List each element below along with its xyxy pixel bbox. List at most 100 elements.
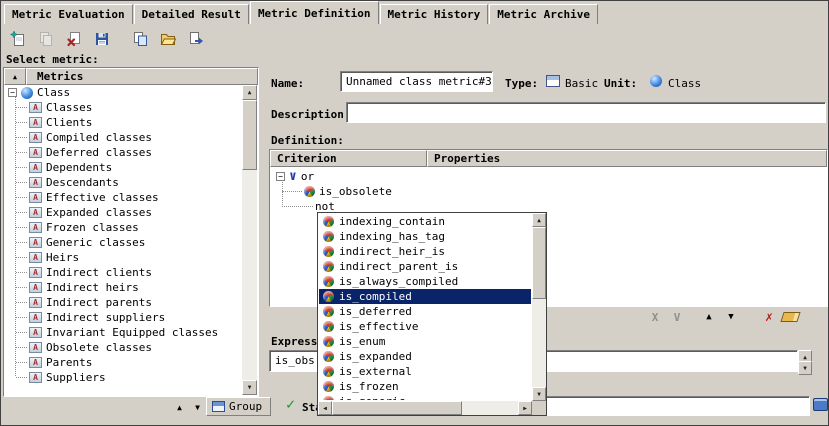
dropdown-horizontal-scrollbar[interactable]: ◀ ▶ [318,401,532,415]
metric-icon [29,162,42,173]
dropdown-item[interactable]: is_frozen [319,379,531,394]
tree-item-label: Compiled classes [46,131,152,144]
tree-item[interactable]: Invariant Equipped classes [5,325,242,340]
dropdown-item[interactable]: indirect_parent_is [319,259,531,274]
tab[interactable]: Metric History [380,4,489,24]
new-metric-icon[interactable] [6,27,30,51]
tree-item[interactable]: Heirs [5,250,242,265]
tree-item[interactable]: Deferred classes [5,145,242,160]
tab-label: Detailed Result [142,8,241,21]
tree-item[interactable]: Frozen classes [5,220,242,235]
dropdown-item-label: is_deferred [339,305,412,318]
criterion-dropdown: indexing_contain indexing_has_tag indire… [317,212,547,416]
criterion-icon [323,231,334,242]
tree-item[interactable]: Indirect clients [5,265,242,280]
tree-item[interactable]: Dependents [5,160,242,175]
dropdown-vertical-scrollbar[interactable]: ▲ ▼ [532,213,546,401]
criterion-row-or[interactable]: − ∨ or [276,169,314,184]
tree-item[interactable]: Generic classes [5,235,242,250]
dropdown-item[interactable]: is_deferred [319,304,531,319]
tree-item[interactable]: Indirect suppliers [5,310,242,325]
scroll-down-icon[interactable]: ▼ [242,380,257,395]
scroll-up-icon[interactable]: ▲ [242,85,257,100]
tree-item-label: Indirect clients [46,266,152,279]
tab[interactable]: Metric Definition [250,1,379,24]
tab[interactable]: Metric Evaluation [4,4,133,24]
tree-item-label: Obsolete classes [46,341,152,354]
tab-bar: Metric Evaluation Detailed Result Metric… [1,1,828,24]
tree-scrollbar[interactable]: ▲ ▼ [242,85,257,395]
tree-root-item[interactable]: − Class [5,85,242,100]
class-unit-icon [650,75,662,87]
tree-item[interactable]: Compiled classes [5,130,242,145]
tree-item[interactable]: Parents [5,355,242,370]
dropdown-item[interactable]: is_always_compiled [319,274,531,289]
dropdown-item[interactable]: indirect_heir_is [319,244,531,259]
tree-item[interactable]: Classes [5,100,242,115]
tree-item-label: Effective classes [46,191,159,204]
tree-item[interactable]: Clients [5,115,242,130]
dropdown-scrollbar-thumb[interactable] [532,227,546,299]
delete-metric-icon[interactable] [62,27,86,51]
criterion-row-is-obsolete[interactable]: is_obsolete [304,184,392,199]
metric-icon [29,192,42,203]
tab[interactable]: Metric Archive [489,4,598,24]
tree-item-label: Descendants [46,176,119,189]
scroll-left-icon[interactable]: ◀ [318,401,332,415]
criterion-label: or [301,170,314,183]
tree-item[interactable]: Suppliers [5,370,242,385]
dropdown-item[interactable]: indexing_has_tag [319,229,531,244]
dropdown-item[interactable]: is_external [319,364,531,379]
delete-criterion-icon[interactable]: ✗ [760,309,778,325]
tree-item[interactable]: Expanded classes [5,205,242,220]
metric-icon [29,102,42,113]
expression-scroll-down-icon[interactable]: ▼ [798,361,812,375]
scroll-right-icon[interactable]: ▶ [518,401,532,415]
import-metrics-icon[interactable] [128,27,152,51]
open-folder-icon[interactable] [156,27,180,51]
or-operator-icon[interactable]: V [668,309,686,325]
and-operator-icon[interactable]: X [646,309,664,325]
dropdown-item[interactable]: is_expanded [319,349,531,364]
move-metric-up-button[interactable]: ▲ [172,400,187,414]
tab[interactable]: Detailed Result [134,4,249,24]
dropdown-item[interactable]: is_generic [319,394,531,400]
tree-item[interactable]: Indirect heirs [5,280,242,295]
dropdown-item-label: is_compiled [339,290,412,303]
export-metric-icon[interactable] [184,27,208,51]
move-criterion-down-icon[interactable]: ▼ [722,309,740,325]
collapse-icon[interactable]: − [8,88,17,97]
copy-metric-icon[interactable] [34,27,58,51]
tree-scrollbar-thumb[interactable] [242,100,257,170]
tree-item[interactable]: Indirect parents [5,295,242,310]
eraser-icon[interactable] [780,312,800,322]
dropdown-hscrollbar-thumb[interactable] [332,401,462,415]
move-metric-down-button[interactable]: ▼ [190,400,205,414]
metric-icon [29,132,42,143]
tree-item[interactable]: Obsolete classes [5,340,242,355]
tree-connector [282,191,302,192]
metric-icon [29,297,42,308]
move-criterion-up-icon[interactable]: ▲ [700,309,718,325]
tree-item[interactable]: Descendants [5,175,242,190]
dropdown-item[interactable]: is_enum [319,334,531,349]
tab-label: Metric Archive [497,8,590,21]
group-button[interactable]: Group [206,397,271,416]
dropdown-item[interactable]: is_compiled [319,289,531,304]
sort-ascending-icon[interactable]: ▲ [4,68,26,85]
scroll-up-icon[interactable]: ▲ [532,213,546,227]
dropdown-item-label: indexing_contain [339,215,445,228]
scroll-down-icon[interactable]: ▼ [532,387,546,401]
tree-item-list: Classes Clients Compiled classes Deferre… [5,100,242,385]
dropdown-item-label: is_external [339,365,412,378]
description-field[interactable] [346,102,826,123]
collapse-icon[interactable]: − [276,172,285,181]
dropdown-item[interactable]: is_effective [319,319,531,334]
name-field[interactable]: Unnamed class metric#3 [340,71,493,92]
tree-item[interactable]: Effective classes [5,190,242,205]
comment-icon[interactable] [813,398,828,411]
metric-icon [29,357,42,368]
tree-column-header[interactable]: Metrics [26,68,258,85]
dropdown-item[interactable]: indexing_contain [319,214,531,229]
save-metric-icon[interactable] [90,27,114,51]
